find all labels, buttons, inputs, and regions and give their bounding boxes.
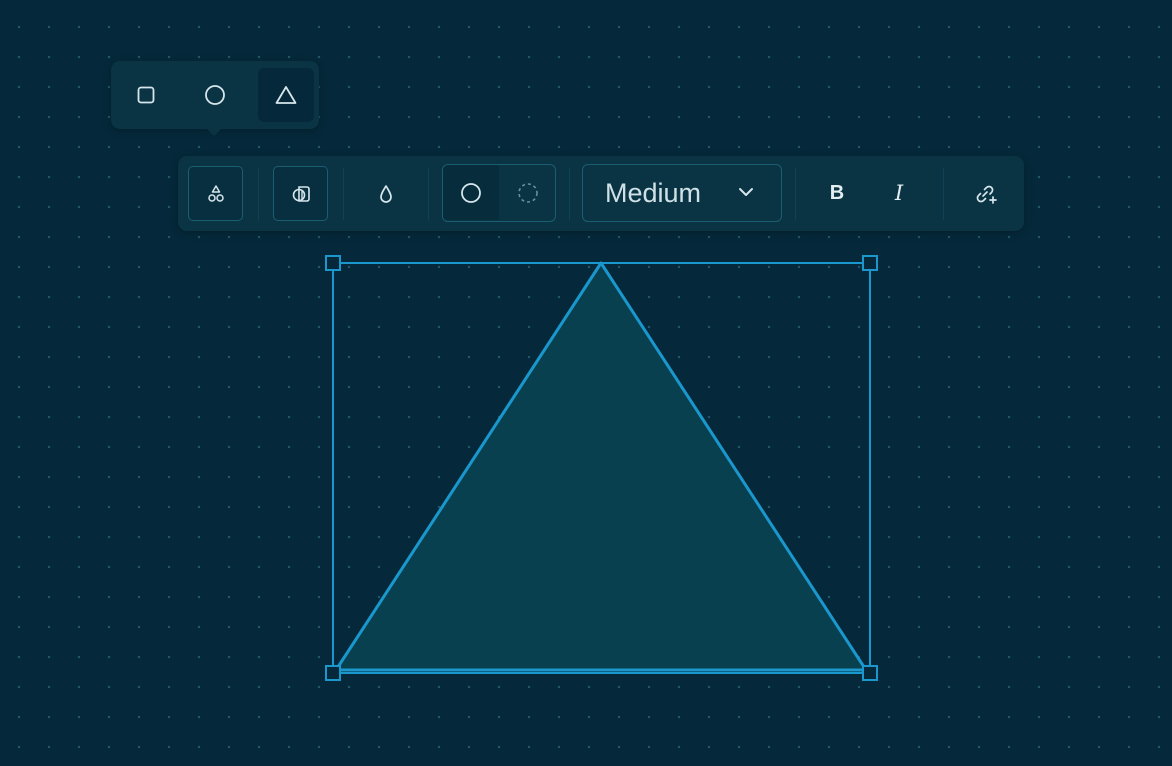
- resize-handle-top-left[interactable]: [325, 255, 341, 271]
- circle-icon: [205, 85, 225, 105]
- shapes-icon: [207, 184, 224, 202]
- square-icon: [137, 86, 155, 104]
- size-select[interactable]: Medium: [582, 164, 782, 222]
- italic-button[interactable]: I: [872, 170, 926, 216]
- square-shape-button[interactable]: [118, 68, 174, 122]
- toolbar-divider: [943, 168, 944, 220]
- toolbar-divider: [795, 168, 796, 220]
- circle-shape-button[interactable]: [187, 68, 243, 122]
- triangle-shape-button[interactable]: [258, 68, 314, 122]
- triangle-shape[interactable]: [334, 261, 868, 672]
- chevron-down-icon: [739, 188, 753, 196]
- format-toolbar: Medium B I: [178, 156, 1024, 231]
- toolbar-divider: [343, 168, 344, 220]
- fill-button[interactable]: [358, 166, 413, 221]
- shapes-button[interactable]: [188, 166, 243, 221]
- stroke-style-group: [442, 164, 556, 222]
- fill-drop-icon: [379, 184, 392, 203]
- resize-handle-bottom-right[interactable]: [862, 665, 878, 681]
- popover-arrow: [207, 129, 221, 136]
- toolbar-divider: [428, 168, 429, 220]
- bold-button[interactable]: B: [810, 170, 864, 216]
- toolbar-divider: [569, 168, 570, 220]
- toolbar-divider: [258, 168, 259, 220]
- dashed-stroke-button[interactable]: [500, 165, 555, 220]
- triangle-icon: [275, 86, 297, 104]
- dashed-circle-icon: [518, 182, 538, 203]
- link-add-icon: [976, 185, 997, 204]
- layers-icon: [292, 185, 310, 202]
- shape-picker-popover: [111, 61, 319, 136]
- resize-handle-top-right[interactable]: [862, 255, 878, 271]
- layers-button[interactable]: [273, 166, 328, 221]
- solid-stroke-button[interactable]: [443, 165, 499, 220]
- solid-circle-icon: [461, 182, 481, 203]
- resize-handle-bottom-left[interactable]: [325, 665, 341, 681]
- size-select-label: Medium: [605, 177, 702, 208]
- drawing-canvas[interactable]: Medium B I: [0, 0, 1172, 766]
- add-link-button[interactable]: [958, 166, 1013, 221]
